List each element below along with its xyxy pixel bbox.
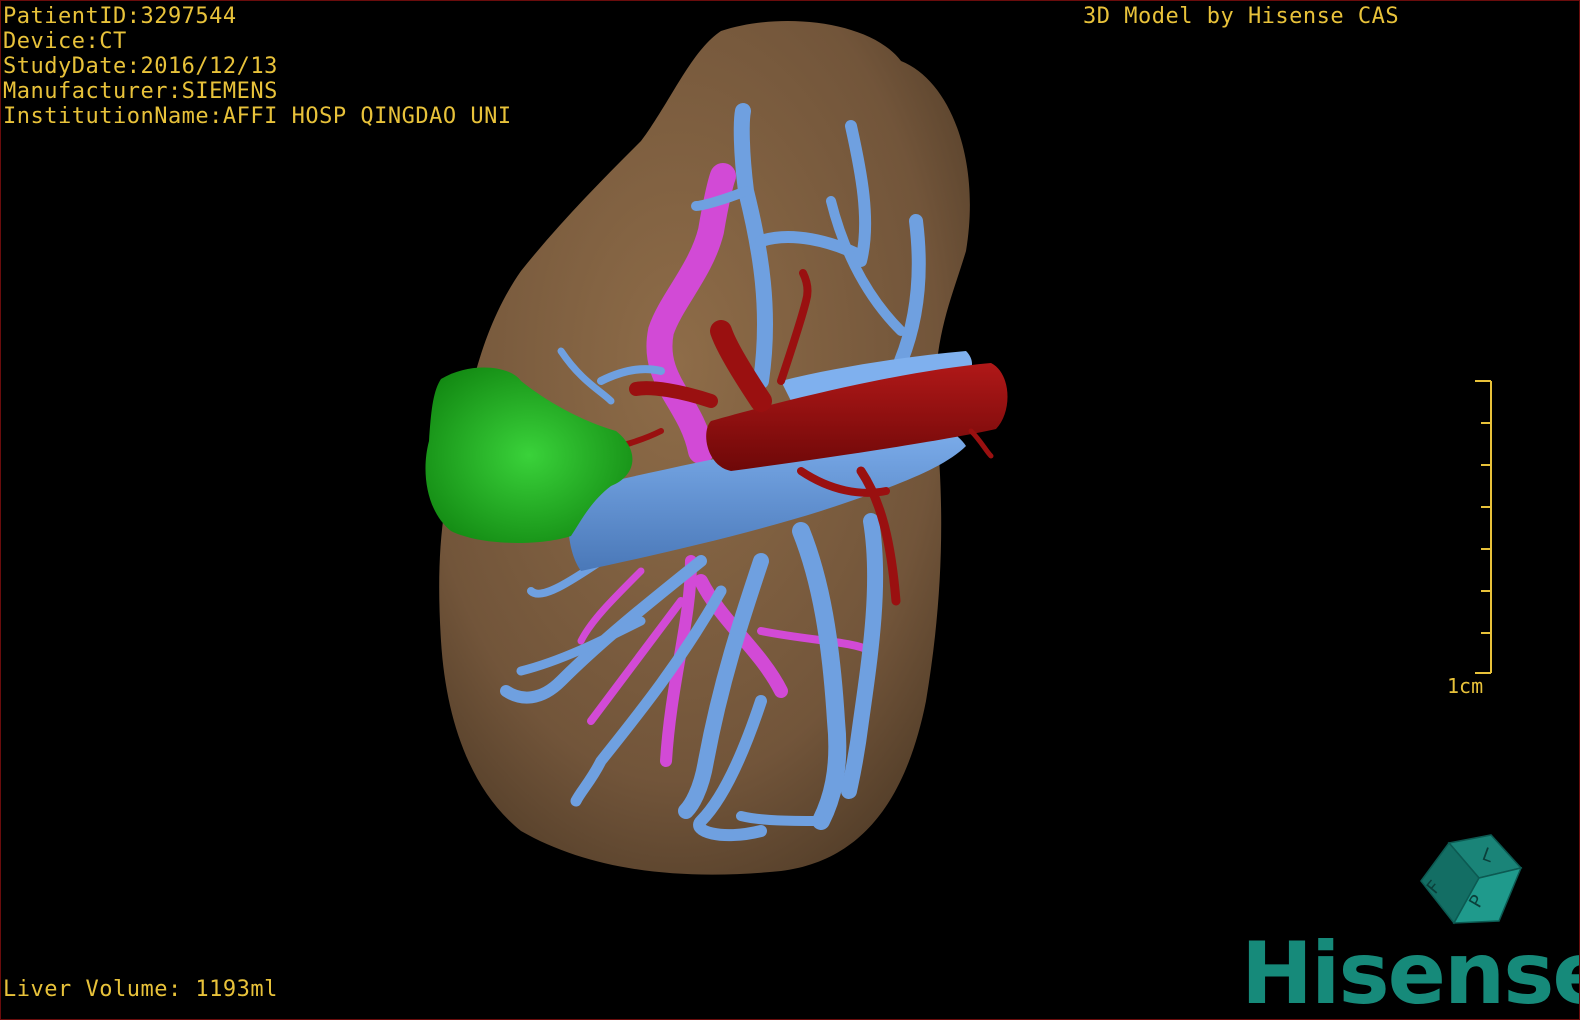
3d-viewport[interactable]: PatientID:3297544 Device:CT StudyDate:2016…	[0, 0, 1580, 1020]
scale-bar	[1475, 380, 1492, 674]
manufacturer-text: Manufacturer:SIEMENS	[3, 79, 278, 104]
institution-text: InstitutionName:AFFI HOSP QINGDAO UNI	[3, 104, 512, 129]
device-text: Device:CT	[3, 29, 127, 54]
3d-scene[interactable]	[1, 1, 1580, 1020]
liver-volume-text: Liver Volume: 1193ml	[3, 977, 278, 1002]
scale-label: 1cm	[1447, 674, 1484, 698]
model-credit-text: 3D Model by Hisense CAS	[1083, 4, 1400, 29]
study-date-text: StudyDate:2016/12/13	[3, 54, 278, 79]
brand-logo: Hisense	[1241, 924, 1580, 1020]
patient-info-panel: PatientID:3297544 Device:CT StudyDate:2016…	[3, 4, 512, 129]
patient-id-text: PatientID:3297544	[3, 4, 237, 29]
